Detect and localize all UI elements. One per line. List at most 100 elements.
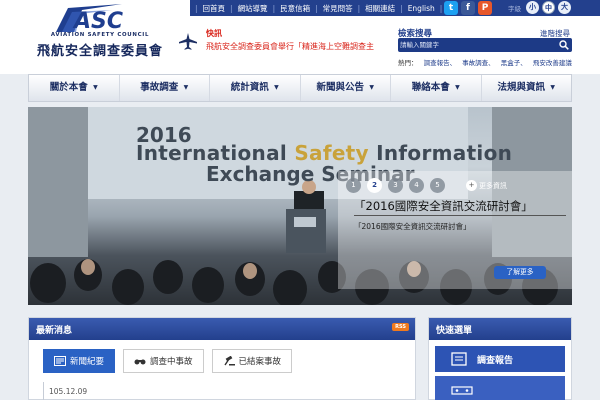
twitter-icon[interactable]: t (444, 1, 458, 15)
gavel-icon (223, 356, 235, 366)
font-size-medium-button[interactable]: 中 (542, 1, 555, 14)
chevron-down-icon: ▼ (183, 84, 189, 91)
slide-dot[interactable]: 1 (346, 178, 361, 193)
hot-keyword[interactable]: 黑盒子、 (501, 59, 527, 67)
news-tabs: 新聞紀要 調查中事故 已結案事故 (43, 349, 293, 373)
nav-label: 事故調查 (140, 82, 179, 93)
separator: | (315, 3, 318, 13)
top-links: | 回首頁 | 網站導覽 | 民意信箱 | 常見問答 | 相關連結 | Engl… (190, 0, 447, 16)
chevron-down-icon: ▼ (274, 84, 279, 91)
quick-menu-header: 快速選單 (429, 318, 571, 340)
more-info-label: 更多資訊 (479, 181, 507, 190)
search-input[interactable] (400, 40, 550, 50)
separator: | (195, 3, 198, 13)
chevron-down-icon: ▼ (93, 84, 98, 91)
nav-label: 關於本會 (49, 82, 88, 93)
logo-chinese-name: 飛航安全調查委員會 (36, 44, 163, 59)
news-panel-header: 最新消息 RSS (29, 318, 415, 340)
nav-regulations[interactable]: 法規與資訊 ▼ (482, 75, 572, 101)
quick-menu-title: 快速選單 (436, 326, 473, 336)
quick-menu-label: 調查報告 (477, 355, 514, 366)
plurk-icon[interactable]: P (478, 1, 492, 15)
news-item-date: 105.12.09 (49, 387, 88, 396)
statistics-icon (451, 385, 473, 395)
flash-news-title: 快訊 (206, 29, 222, 38)
hot-keywords-label: 熱門： (398, 59, 418, 67)
search-area: 檢索搜尋 進階搜尋 熱門： 調查報告、 事故調查、 黑盒子、 飛安改善建議 (398, 27, 572, 71)
sitemap-link[interactable]: 網站導覽 (238, 3, 268, 14)
caption-divider (354, 215, 566, 216)
separator: | (230, 3, 233, 13)
rss-icon[interactable]: RSS (392, 323, 409, 331)
nav-label: 法規與資訊 (497, 82, 546, 93)
slide-caption-subtitle: 「2016國際安全資訊交流研討會」 (354, 222, 471, 231)
hot-keyword[interactable]: 飛安改善建議 (533, 59, 572, 67)
nav-contact[interactable]: 聯絡本會 ▼ (391, 75, 482, 101)
tab-news-summary[interactable]: 新聞紀要 (43, 349, 116, 373)
know-more-button[interactable]: 了解更多 (494, 266, 546, 279)
airplane-icon (179, 33, 197, 50)
hot-keyword[interactable]: 事故調查、 (462, 59, 495, 67)
report-icon (451, 352, 467, 366)
nav-label: 統計資訊 (230, 82, 269, 93)
tab-under-investigation[interactable]: 調查中事故 (123, 349, 204, 373)
home-link[interactable]: 回首頁 (203, 3, 226, 14)
slide-dot[interactable]: 3 (388, 178, 403, 193)
timeline-line (43, 382, 44, 400)
chevron-down-icon: ▼ (369, 84, 374, 91)
plus-circle-icon: + (466, 180, 477, 191)
search-icon[interactable] (559, 40, 569, 50)
font-size-small-button[interactable]: 小 (526, 1, 539, 14)
chevron-down-icon: ▼ (550, 84, 555, 91)
slide-pager: 1 2 3 4 5 (346, 178, 445, 193)
slide-dot[interactable]: 5 (430, 178, 445, 193)
nav-news[interactable]: 新聞與公告 ▼ (301, 75, 391, 101)
nav-label: 聯絡本會 (411, 82, 450, 93)
flash-news: 快訊 飛航安全調查委員會舉行「精進海上空難調查主 (178, 24, 390, 66)
tab-label: 已結案事故 (238, 357, 282, 367)
slide-dot-active[interactable]: 2 (367, 178, 382, 193)
site-header: ASC AVIATION SAFETY COUNCIL 飛航安全調查委員會 | … (0, 0, 600, 74)
nav-about[interactable]: 關於本會 ▼ (29, 75, 120, 101)
search-box (398, 38, 572, 52)
tab-label: 新聞紀要 (70, 357, 105, 367)
asc-logo-mark: ASC (56, 4, 123, 34)
flash-news-text[interactable]: 飛航安全調查委員會舉行「精進海上空難調查主 (206, 41, 389, 52)
hero-banner[interactable]: 2016 International Safety Information Ex… (28, 107, 572, 305)
nav-statistics[interactable]: 統計資訊 ▼ (210, 75, 301, 101)
more-info-link[interactable]: + 更多資訊 (466, 180, 507, 191)
font-size-label: 字級 (508, 4, 521, 13)
site-logo[interactable]: ASC AVIATION SAFETY COUNCIL 飛航安全調查委員會 (34, 2, 166, 62)
logo-text: ASC (72, 9, 123, 34)
separator: | (357, 3, 361, 13)
related-links-link[interactable]: 相關連結 (365, 3, 395, 14)
quick-menu-investigation-reports[interactable]: 調查報告 (435, 346, 565, 372)
quick-menu-panel: 快速選單 調查報告 (428, 317, 572, 400)
binoculars-icon (134, 359, 146, 365)
chevron-down-icon: ▼ (455, 84, 460, 91)
separator: | (400, 3, 403, 13)
english-link[interactable]: English (408, 4, 435, 13)
tab-label: 調查中事故 (150, 357, 193, 367)
font-size-large-button[interactable]: 大 (558, 1, 571, 14)
slide-dot[interactable]: 4 (409, 178, 424, 193)
facebook-icon[interactable]: f (461, 1, 475, 15)
main-nav: 關於本會 ▼ 事故調查 ▼ 統計資訊 ▼ 新聞與公告 ▼ 聯絡本會 ▼ 法規與資… (28, 74, 572, 102)
font-size-switcher: 字級 小 中 大 (508, 1, 571, 14)
mailbox-link[interactable]: 民意信箱 (280, 3, 310, 14)
faq-link[interactable]: 常見問答 (323, 3, 353, 14)
slide-caption-title[interactable]: 「2016國際安全資訊交流研討會」 (354, 198, 533, 214)
separator: | (272, 3, 276, 13)
nav-investigation[interactable]: 事故調查 ▼ (120, 75, 210, 101)
top-utility-bar: | 回首頁 | 網站導覽 | 民意信箱 | 常見問答 | 相關連結 | Engl… (190, 0, 600, 16)
nav-label: 新聞與公告 (316, 82, 365, 93)
hot-keyword[interactable]: 調查報告、 (424, 59, 457, 67)
quick-menu-item[interactable] (435, 376, 565, 400)
social-links: t f P (444, 1, 492, 15)
tab-closed-cases[interactable]: 已結案事故 (211, 349, 293, 373)
logo-english-name: AVIATION SAFETY COUNCIL (50, 32, 150, 38)
latest-news-panel: 最新消息 RSS 新聞紀要 調查中事故 已結案事故 105.12.09 (28, 317, 416, 400)
news-icon (54, 356, 66, 366)
news-panel-title: 最新消息 (36, 326, 73, 336)
hot-keywords: 熱門： 調查報告、 事故調查、 黑盒子、 飛安改善建議 (398, 57, 572, 67)
